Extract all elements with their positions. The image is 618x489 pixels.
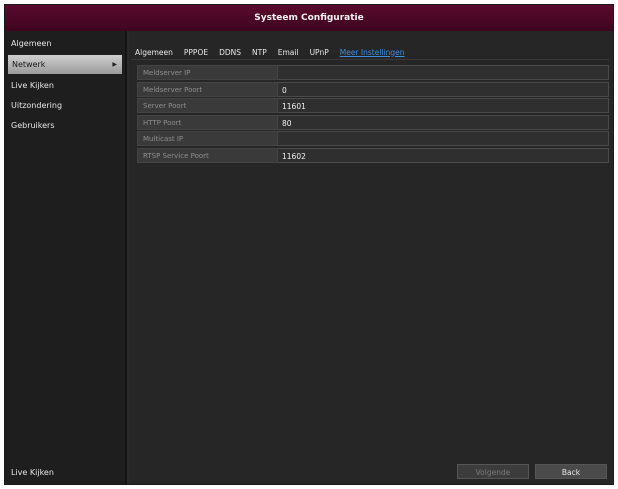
alarm-host-ip-input[interactable]: [278, 65, 609, 80]
sidebar-item-netwerk[interactable]: Netwerk ▶: [8, 55, 122, 74]
sidebar-item-uitzondering[interactable]: Uitzondering: [5, 96, 125, 115]
window-titlebar: Systeem Configuratie: [5, 5, 613, 31]
live-view-label: Live Kijken: [11, 468, 54, 477]
sidebar-item-label: Algemeen: [11, 39, 52, 48]
sidebar-item-label: Live Kijken: [11, 81, 54, 90]
main-panel: Algemeen PPPOE DDNS NTP Email UPnP Meer …: [129, 31, 613, 484]
sidebar: Algemeen Netwerk ▶ Live Kijken Uitzonder…: [5, 31, 127, 484]
field-label: Meldserver IP: [137, 65, 278, 80]
field-row: Meldserver Poort 0: [137, 81, 609, 97]
multicast-ip-input[interactable]: [278, 131, 609, 146]
tab-ntp[interactable]: NTP: [252, 48, 267, 57]
http-port-input[interactable]: 80: [278, 114, 609, 130]
tab-upnp[interactable]: UPnP: [310, 48, 329, 57]
tab-email[interactable]: Email: [278, 48, 299, 57]
field-row: RTSP Service Poort 11602: [137, 147, 609, 163]
system-config-window: Systeem Configuratie Algemeen Netwerk ▶ …: [4, 4, 614, 485]
chevron-right-icon: ▶: [112, 61, 117, 68]
field-label: Multicast IP: [137, 131, 278, 146]
sidebar-item-label: Uitzondering: [11, 101, 63, 110]
sidebar-item-live-kijken[interactable]: Live Kijken: [5, 76, 125, 95]
tab-pppoe[interactable]: PPPOE: [184, 48, 208, 57]
alarm-host-port-input[interactable]: 0: [278, 81, 609, 97]
field-label: Server Poort: [137, 98, 278, 113]
tab-algemeen[interactable]: Algemeen: [135, 48, 173, 57]
sidebar-item-label: Netwerk: [12, 60, 46, 69]
tab-meer-instellingen[interactable]: Meer Instellingen: [340, 48, 405, 57]
sidebar-item-label: Gebruikers: [11, 121, 55, 130]
server-port-input[interactable]: 11601: [278, 98, 609, 113]
tab-bar: Algemeen PPPOE DDNS NTP Email UPnP Meer …: [131, 45, 609, 60]
window-title: Systeem Configuratie: [254, 13, 364, 23]
tab-ddns[interactable]: DDNS: [219, 48, 241, 57]
settings-form: Meldserver IP Meldserver Poort 0 Server …: [137, 65, 609, 164]
field-label: HTTP Poort: [137, 114, 278, 130]
next-button[interactable]: Volgende: [457, 464, 529, 479]
field-row: HTTP Poort 80: [137, 114, 609, 130]
field-label: Meldserver Poort: [137, 81, 278, 97]
sidebar-item-gebruikers[interactable]: Gebruikers: [5, 116, 125, 135]
sidebar-item-algemeen[interactable]: Algemeen: [5, 34, 125, 53]
field-label: RTSP Service Poort: [137, 147, 278, 163]
field-row: Meldserver IP: [137, 65, 609, 80]
field-row: Multicast IP: [137, 131, 609, 146]
live-view-button[interactable]: Live Kijken: [5, 464, 125, 482]
field-row: Server Poort 11601: [137, 98, 609, 113]
back-button[interactable]: Back: [535, 464, 607, 479]
rtsp-port-input[interactable]: 11602: [278, 147, 609, 163]
